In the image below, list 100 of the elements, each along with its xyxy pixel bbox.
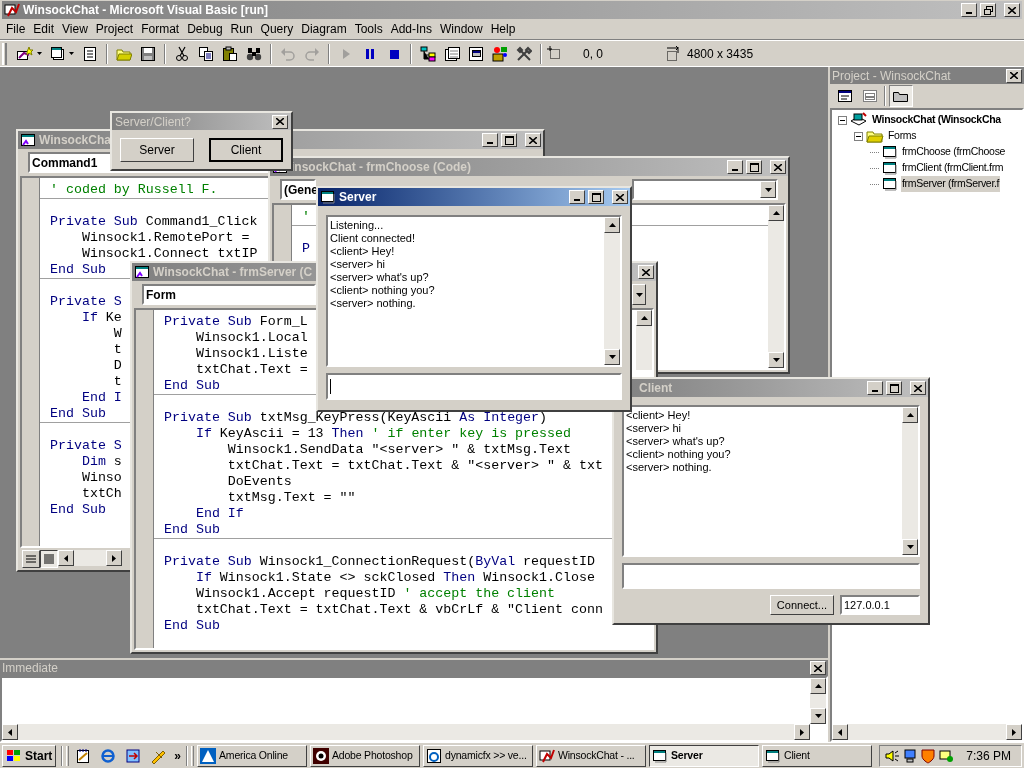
up-arrow-icon [608,223,616,227]
object-dropdown[interactable]: Form [142,284,316,305]
menu-item[interactable]: Add-Ins [386,20,436,38]
vertical-scrollbar[interactable] [810,678,826,724]
scroll-down-button[interactable] [768,352,784,368]
taskbar-button[interactable]: Client [762,744,873,767]
taskbar-button[interactable]: America Online [197,744,308,767]
vertical-scrollbar[interactable] [604,217,620,365]
scroll-right-button[interactable] [106,550,122,566]
toggle-folders-button[interactable] [889,85,913,107]
dropdown-button[interactable] [632,284,646,305]
close-button[interactable] [525,133,541,147]
tree-item[interactable]: Forms [887,128,918,144]
start-button[interactable]: Start [2,744,57,767]
menu-item[interactable]: Window [436,20,487,38]
globe-icon [100,747,117,764]
scroll-left-button[interactable] [832,724,848,740]
close-button[interactable] [272,114,288,129]
code-line: txtChat.Text = txtChat.Text & "<server> " & txt [226,458,603,474]
left-arrow-icon [64,554,68,562]
scroll-left-button[interactable] [2,724,18,740]
collapse-toggle[interactable] [854,131,863,141]
close-button[interactable] [612,190,628,204]
up-arrow-icon [906,413,914,417]
menu-item[interactable]: Debug [183,20,227,38]
more-chevron[interactable]: » [172,746,184,765]
message-input[interactable] [326,373,622,400]
procedure-view-button[interactable] [22,550,40,568]
taskbar-button[interactable]: dynamicfx >> ve... [423,744,534,767]
horizontal-scrollbar[interactable] [58,550,122,566]
vertical-scrollbar[interactable] [768,205,784,368]
scroll-up-button[interactable] [636,310,652,326]
tree-item[interactable]: frmServer (frmServer.f [901,176,1001,192]
code-line: End Sub [164,618,220,634]
properties-icon [444,45,460,62]
scroll-up-button[interactable] [604,217,620,233]
scroll-right-button[interactable] [794,724,810,740]
minimize-button[interactable] [727,160,743,174]
menu-item[interactable]: Edit [29,20,59,38]
menu-item[interactable]: Format [137,20,184,38]
minimize-button[interactable] [961,3,977,17]
close-button[interactable] [638,265,654,279]
immediate-pane[interactable] [0,676,828,742]
collapse-toggle[interactable] [838,115,847,125]
message-input[interactable] [622,563,920,589]
dropdown-button[interactable] [760,181,776,198]
scroll-up-button[interactable] [768,205,784,221]
maximize-button[interactable] [501,133,517,147]
vertical-scrollbar[interactable] [636,310,652,370]
connect-button[interactable]: Connect... [769,595,834,615]
vertical-scrollbar[interactable] [902,407,918,555]
dialog-button[interactable]: Client [209,137,283,162]
menu-item[interactable]: Query [256,20,298,38]
menu-item[interactable]: Run [226,20,257,38]
minimize-button[interactable] [867,381,883,395]
close-button[interactable] [810,661,826,675]
minimize-button[interactable] [569,190,585,204]
dialog-button[interactable]: Server [120,137,194,162]
toolbar-grip[interactable] [2,42,7,65]
menu-item[interactable]: Tools [350,20,387,38]
window-title: Client [639,380,673,397]
app-icon [539,747,556,764]
maximize-button[interactable] [746,160,762,174]
scroll-down-button[interactable] [810,708,826,724]
taskbar-button[interactable]: WinsockChat - ... [536,744,647,767]
code-line: Private Sub Winsock1_ConnectionRequest(ByVal requestID [164,554,595,570]
menu-item[interactable]: File [2,20,30,38]
taskbar-button[interactable]: Adobe Photoshop [310,744,421,767]
ip-address-field[interactable]: 127.0.0.1 [840,595,920,615]
module-view-button[interactable] [40,550,58,568]
code-view-icon [838,90,852,102]
minimize-button[interactable] [482,133,498,147]
menu-item[interactable]: Project [91,20,138,38]
close-button[interactable] [770,160,786,174]
close-button[interactable] [1006,68,1022,83]
code-window-icon [20,132,36,148]
maximize-button[interactable] [886,381,902,395]
restore-button[interactable] [980,3,996,17]
close-button[interactable] [1004,3,1020,17]
scroll-up-button[interactable] [902,407,918,423]
procedure-dropdown[interactable] [632,179,778,200]
scroll-down-button[interactable] [902,539,918,555]
menu-item[interactable]: Diagram [297,20,351,38]
scroll-left-button[interactable] [58,550,74,566]
menu-item[interactable]: Help [486,20,520,38]
horizontal-scrollbar[interactable] [2,724,810,740]
scroll-down-button[interactable] [604,349,620,365]
window-title: WinsockChat - Microsoft Visual Basic [run] [23,2,269,19]
maximize-button[interactable] [588,190,604,204]
scroll-right-button[interactable] [1006,724,1022,740]
menu-item[interactable]: View [58,20,92,38]
tree-item[interactable]: WinsockChat (WinsockCha [871,112,1002,128]
taskbar-button[interactable]: Server [649,744,760,767]
close-button[interactable] [910,381,926,395]
tree-item[interactable]: frmChoose (frmChoose [901,144,1007,160]
scroll-up-button[interactable] [810,678,826,694]
horizontal-scrollbar[interactable] [832,724,1022,740]
object-dropdown[interactable]: (Gene [280,179,316,200]
dropdown-arrow-icon [764,187,772,192]
tree-item[interactable]: frmClient (frmClient.frm [901,160,1005,176]
